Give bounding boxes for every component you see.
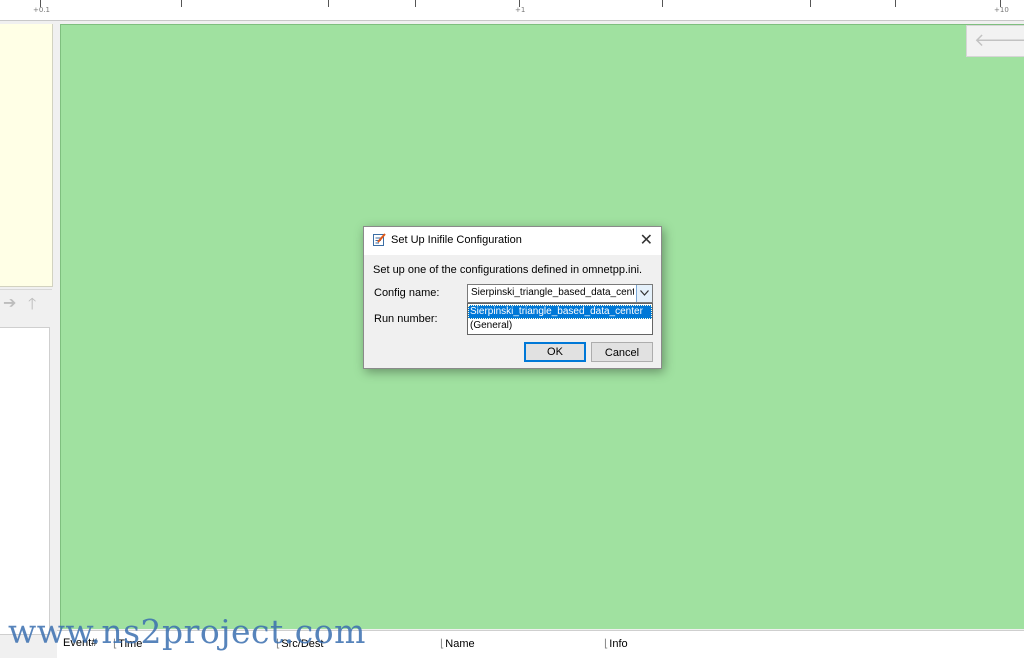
ruler-tick xyxy=(181,0,182,7)
close-icon[interactable]: ✕ xyxy=(640,230,653,250)
run-number-label: Run number: xyxy=(374,313,438,325)
chevron-down-icon[interactable] xyxy=(636,285,652,302)
config-name-value: Sierpinski_triangle_based_data_center xyxy=(471,287,634,298)
ruler-tick xyxy=(662,0,663,7)
column-info-label: Info xyxy=(609,638,628,650)
arrow-up-icon[interactable]: 🡑 xyxy=(28,293,36,320)
cancel-button[interactable]: Cancel xyxy=(591,342,653,362)
config-dropdown-list: Sierpinski_triangle_based_data_center (G… xyxy=(467,303,653,335)
log-viewer-panel[interactable] xyxy=(0,24,53,287)
dialog-message: Set up one of the configurations defined… xyxy=(373,264,643,276)
canvas-navigation: 🡐 🡒 xyxy=(966,25,1024,57)
ok-button[interactable]: OK xyxy=(524,342,586,362)
config-name-combobox[interactable]: Sierpinski_triangle_based_data_center xyxy=(467,284,653,303)
ruler-tick xyxy=(810,0,811,7)
config-name-label: Config name: xyxy=(374,287,440,299)
ruler-tick xyxy=(895,0,896,7)
config-edit-icon xyxy=(373,233,386,246)
column-name[interactable]: ⌊Name xyxy=(440,637,475,650)
ruler-tick xyxy=(328,0,329,7)
object-tree-panel[interactable] xyxy=(0,327,50,635)
watermark: www.ns2project.com xyxy=(8,612,366,651)
timeline-ruler: +0.1 +1 +10 xyxy=(0,0,1024,21)
ruler-tick xyxy=(415,0,416,7)
dialog-title: Set Up Inifile Configuration xyxy=(391,234,522,246)
object-inspector-toolbar: ➔ 🡑 xyxy=(0,289,52,318)
dialog-titlebar[interactable]: Set Up Inifile Configuration ✕ xyxy=(364,227,661,255)
dropdown-option[interactable]: Sierpinski_triangle_based_data_center xyxy=(468,305,652,319)
dropdown-option[interactable]: (General) xyxy=(468,319,652,333)
column-name-label: Name xyxy=(445,638,475,650)
arrow-right-icon[interactable]: ➔ xyxy=(3,293,16,312)
ruler-label: +1 xyxy=(515,6,526,14)
column-info[interactable]: ⌊Info xyxy=(604,637,628,650)
ruler-label: +0.1 xyxy=(33,6,50,14)
arrow-right-icon[interactable]: 🡒 xyxy=(997,30,1024,51)
inifile-config-dialog: Set Up Inifile Configuration ✕ Set up on… xyxy=(363,226,662,369)
ruler-label: +10 xyxy=(994,6,1009,14)
